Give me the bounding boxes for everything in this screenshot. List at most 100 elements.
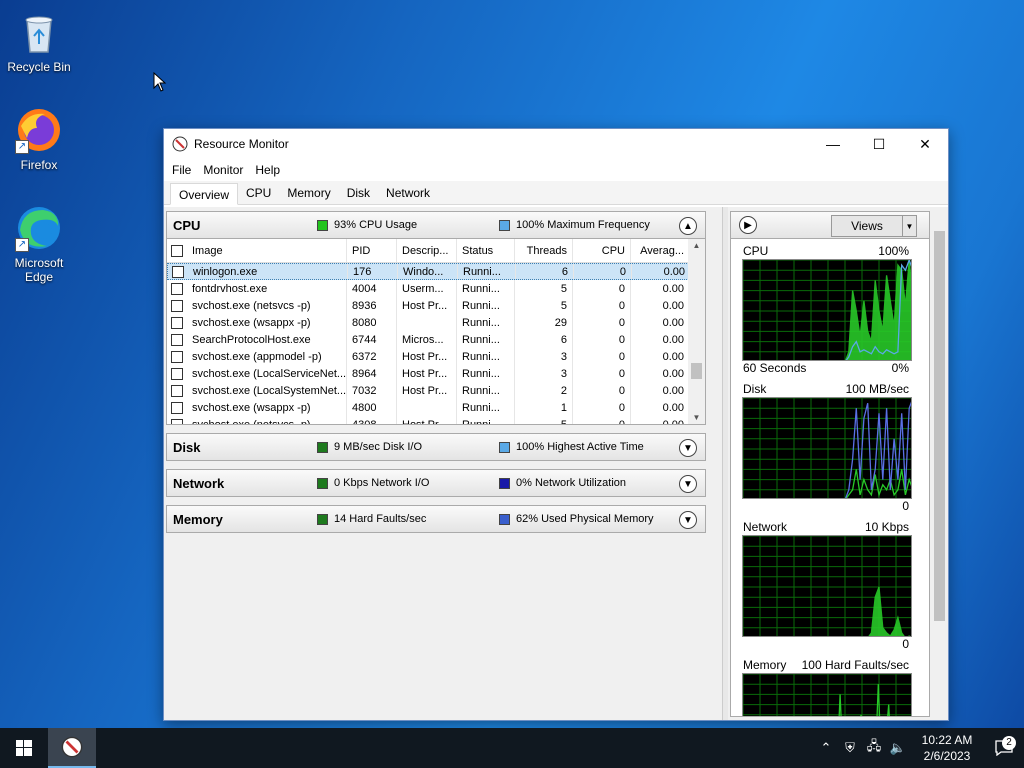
table-row[interactable]: fontdrvhost.exe 4004 Userm... Runni... 5 0 0.0… [167, 280, 705, 297]
title-bar[interactable]: Resource Monitor — ☐ ✕ [164, 129, 948, 159]
column-average[interactable]: Averag... [631, 239, 689, 262]
table-row[interactable]: svchost.exe (appmodel -p) 6372 Host Pr... R… [167, 348, 705, 365]
row-checkbox[interactable] [168, 264, 188, 279]
cell-threads: 3 [515, 365, 573, 382]
table-row[interactable]: SearchProtocolHost.exe 6744 Micros... Runni… [167, 331, 705, 348]
disk-io-swatch [317, 441, 328, 453]
collapse-pane-chevron-right-icon[interactable]: ▶ [739, 216, 757, 234]
cell-average: 0.00 [662, 384, 684, 397]
network-icon[interactable]: 🖧 [862, 737, 886, 759]
cell-pid: 6744 [347, 331, 397, 348]
graph-max: 100 MB/sec [845, 382, 909, 396]
select-all-checkbox[interactable] [167, 239, 187, 262]
volume-muted-icon[interactable]: 🔈 [886, 740, 910, 756]
taskbar-resource-monitor[interactable] [48, 728, 96, 768]
expand-chevron-down-icon[interactable]: ▼ [679, 475, 697, 493]
chevron-up-icon[interactable]: ⌃ [814, 740, 838, 756]
cell-status: Runni... [457, 399, 515, 416]
network-util-stat: 0% Network Utilization [499, 477, 681, 489]
table-row[interactable]: svchost.exe (wsappx -p) 8080 Runni... 29 0 0.… [167, 314, 705, 331]
tab-memory[interactable]: Memory [279, 182, 338, 204]
column-status[interactable]: Status [457, 239, 515, 262]
clock[interactable]: 10:22 AM 2/6/2023 [910, 732, 984, 764]
row-checkbox[interactable] [167, 348, 187, 365]
column-image[interactable]: Image [187, 239, 347, 262]
menu-help[interactable]: Help [249, 163, 286, 177]
close-button[interactable]: ✕ [902, 129, 948, 159]
graphs-scrollbar[interactable] [931, 211, 948, 720]
scroll-up-icon[interactable]: ▲ [688, 241, 705, 250]
cpu-usage-text: 93% CPU Usage [334, 219, 418, 231]
collapse-chevron-up-icon[interactable]: ▲ [679, 217, 697, 235]
disk-active-swatch [499, 441, 510, 453]
row-checkbox[interactable] [167, 365, 187, 382]
network-io-text: 0 Kbps Network I/O [334, 477, 430, 489]
row-checkbox[interactable] [167, 314, 187, 331]
cpu-frequency-swatch [499, 219, 510, 231]
cell-status: Runni... [457, 382, 515, 399]
cell-average: 0.00 [662, 367, 684, 380]
cell-description: Host Pr... [397, 382, 457, 399]
memory-section-header[interactable]: Memory 14 Hard Faults/sec 62% Used Physi… [166, 505, 706, 533]
menu-monitor[interactable]: Monitor [197, 163, 249, 177]
cell-image: svchost.exe (wsappx -p) [187, 399, 347, 416]
expand-chevron-down-icon[interactable]: ▼ [679, 511, 697, 529]
tab-network[interactable]: Network [378, 182, 438, 204]
scroll-thumb[interactable] [934, 231, 945, 621]
column-description[interactable]: Descrip... [397, 239, 457, 262]
row-checkbox[interactable] [167, 382, 187, 399]
tab-cpu[interactable]: CPU [238, 182, 279, 204]
table-row[interactable]: svchost.exe (LocalSystemNet... 7032 Host P… [167, 382, 705, 399]
cell-cpu: 0 [574, 264, 632, 279]
cell-description: Host Pr... [397, 297, 457, 314]
scroll-down-icon[interactable]: ▼ [688, 413, 705, 422]
cell-average: 0.00 [662, 350, 684, 363]
pane-splitter[interactable] [722, 207, 728, 720]
cpu-section-header[interactable]: CPU 93% CPU Usage 100% Maximum Frequency… [166, 211, 706, 239]
maximize-button[interactable]: ☐ [856, 129, 902, 159]
system-tray: ⌃ ⛨ 🖧 🔈 10:22 AM 2/6/2023 2 [814, 728, 1024, 768]
cell-cpu: 0 [573, 297, 631, 314]
notification-center-button[interactable]: 2 [984, 736, 1024, 756]
row-checkbox[interactable] [167, 399, 187, 416]
overview-content: CPU 93% CPU Usage 100% Maximum Frequency… [164, 207, 948, 720]
row-checkbox[interactable] [167, 331, 187, 348]
tab-overview[interactable]: Overview [170, 183, 239, 205]
table-row[interactable]: svchost.exe (netsvcs -p) 4308 Host Pr... Ru… [167, 416, 705, 424]
cell-image: svchost.exe (netsvcs -p) [187, 297, 347, 314]
network-graph-plot [742, 535, 912, 637]
menu-file[interactable]: File [166, 163, 197, 177]
scroll-thumb[interactable] [691, 363, 702, 379]
cell-threads: 3 [515, 348, 573, 365]
column-pid[interactable]: PID [347, 239, 397, 262]
table-row[interactable]: svchost.exe (LocalServiceNet... 8964 Host … [167, 365, 705, 382]
cell-average: 0.00 [662, 401, 684, 414]
table-row[interactable]: svchost.exe (wsappx -p) 4800 Runni... 1 0 0.0… [167, 399, 705, 416]
network-section-header[interactable]: Network 0 Kbps Network I/O 0% Network Ut… [166, 469, 706, 497]
cell-pid: 8936 [347, 297, 397, 314]
process-table-scrollbar[interactable]: ▲ ▼ [688, 239, 705, 424]
tab-disk[interactable]: Disk [339, 182, 378, 204]
column-cpu[interactable]: CPU [573, 239, 631, 262]
disk-section-header[interactable]: Disk 9 MB/sec Disk I/O 100% Highest Acti… [166, 433, 706, 461]
column-threads[interactable]: Threads [515, 239, 573, 262]
desktop-icon-firefox[interactable]: ↗ Firefox [4, 106, 74, 172]
expand-chevron-down-icon[interactable]: ▼ [679, 439, 697, 457]
window-title: Resource Monitor [194, 137, 289, 151]
row-checkbox[interactable] [167, 280, 187, 297]
edge-icon: ↗ [15, 204, 63, 252]
start-button[interactable] [0, 728, 48, 768]
row-checkbox[interactable] [167, 416, 187, 424]
table-row[interactable]: winlogon.exe 176 Windo... Runni... 6 0 0.00 [167, 263, 705, 280]
desktop-icon-recycle-bin[interactable]: Recycle Bin [4, 8, 74, 74]
desktop-icon-edge[interactable]: ↗ Microsoft Edge [4, 204, 74, 284]
cell-pid: 4004 [347, 280, 397, 297]
cell-image: winlogon.exe [188, 264, 348, 279]
views-dropdown[interactable]: Views ▼ [831, 215, 917, 237]
minimize-button[interactable]: — [810, 129, 856, 159]
table-row[interactable]: svchost.exe (netsvcs -p) 8936 Host Pr... Ru… [167, 297, 705, 314]
cell-pid: 7032 [347, 382, 397, 399]
row-checkbox[interactable] [167, 297, 187, 314]
security-icon[interactable]: ⛨ [838, 740, 862, 756]
cell-cpu: 0 [573, 365, 631, 382]
